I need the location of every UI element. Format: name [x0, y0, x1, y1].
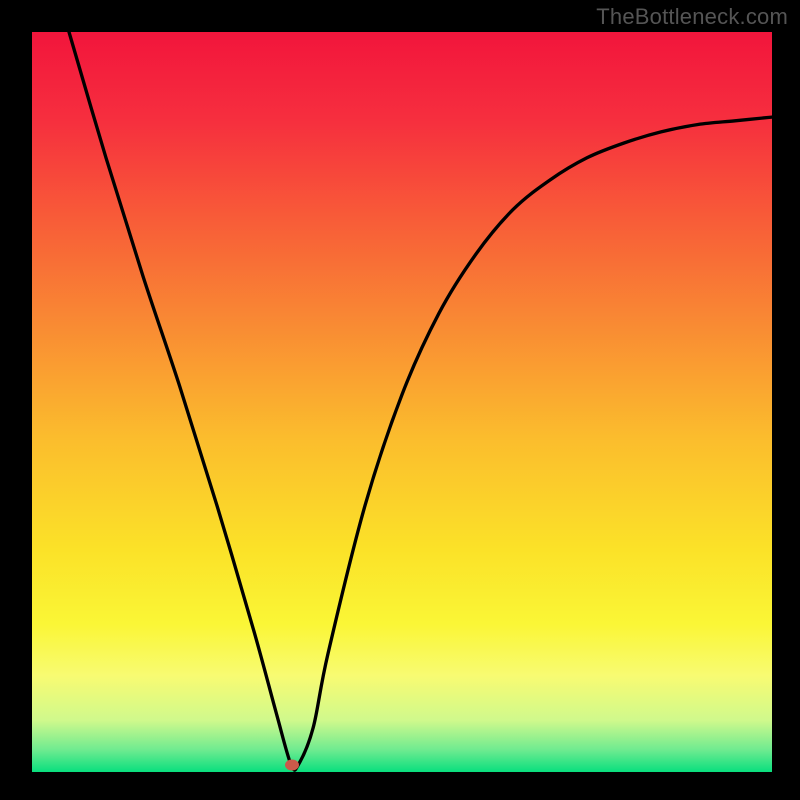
attribution-text: TheBottleneck.com: [596, 4, 788, 30]
chart-container: TheBottleneck.com: [0, 0, 800, 800]
minimum-marker: [285, 760, 299, 771]
background-gradient: [32, 32, 772, 772]
plot-area: [32, 32, 772, 772]
